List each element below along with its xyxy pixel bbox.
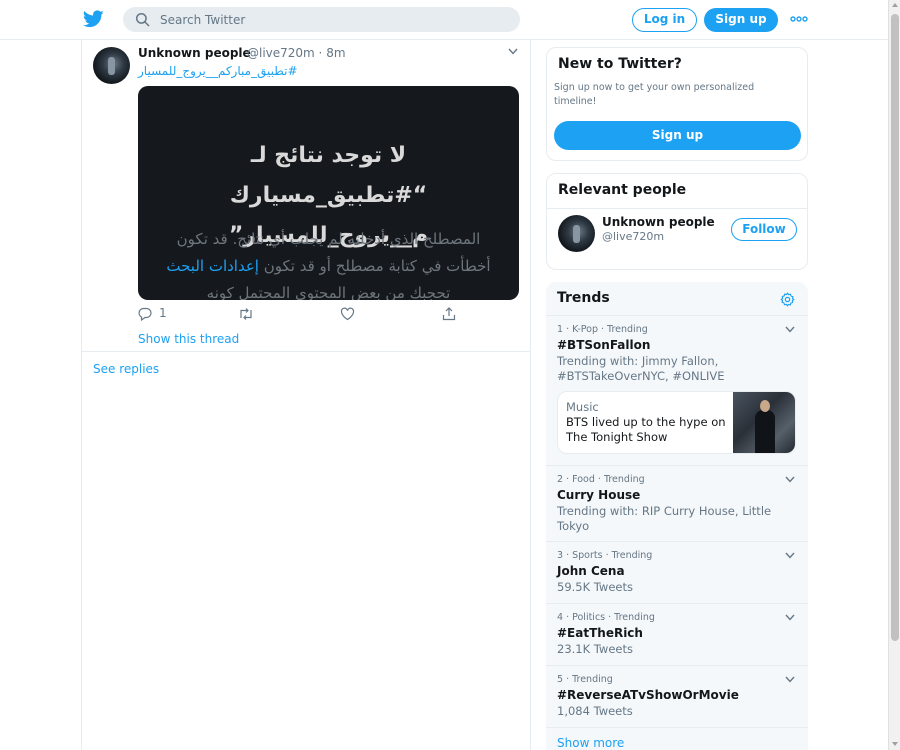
show-more-link[interactable]: Show more [557, 736, 624, 750]
news-headline: BTS lived up to the hype on The Tonight … [566, 415, 726, 444]
trend-name: John Cena [557, 564, 625, 578]
trend-item[interactable]: 1 · K-Pop · Trending #BTSonFallon Trendi… [546, 315, 808, 465]
avatar[interactable] [558, 215, 595, 252]
relevant-person-name[interactable]: Unknown people [602, 215, 715, 229]
trend-item[interactable]: 3 · Sports · Trending John Cena 59.5K Tw… [546, 541, 808, 603]
login-button[interactable]: Log in [632, 8, 697, 32]
top-nav: Log in Sign up [0, 0, 888, 40]
trends-card: Trends 1 · K-Pop · Trending #BTSonFallon… [546, 282, 808, 750]
chevron-down-icon[interactable] [785, 326, 795, 333]
signup-button[interactable]: Sign up [704, 8, 778, 32]
trend-item[interactable]: 4 · Politics · Trending #EatTheRich 23.1… [546, 603, 808, 665]
trend-meta: 2 · Food · Trending [557, 474, 645, 485]
trend-subtitle: Trending with: Jimmy Fallon, #BTSTakeOve… [557, 354, 725, 383]
trend-meta: 5 · Trending [557, 674, 613, 685]
news-category: Music [566, 400, 599, 414]
tweet-author-name[interactable]: Unknown people [138, 46, 251, 60]
see-replies-link[interactable]: See replies [93, 362, 159, 376]
trend-name: #ReverseATvShowOrMovie [557, 688, 739, 702]
search-bar[interactable] [123, 7, 520, 32]
sidebar-signup-button[interactable]: Sign up [554, 121, 801, 150]
tweet[interactable]: Unknown people @live720m · 8m #تطبيق_مبا… [82, 40, 530, 352]
relevant-people-title: Relevant people [558, 182, 687, 198]
chevron-down-icon[interactable] [785, 552, 795, 559]
chevron-down-icon[interactable] [508, 48, 518, 55]
news-thumbnail-image [733, 392, 795, 453]
news-card[interactable]: Music BTS lived up to the hype on The To… [557, 391, 796, 454]
trend-subtitle: 23.1K Tweets [557, 642, 633, 656]
page-scrollbar[interactable] [888, 0, 900, 750]
search-input[interactable] [160, 7, 510, 32]
retweet-icon[interactable] [238, 306, 254, 322]
relevant-person-handle[interactable]: @live720m [602, 230, 664, 243]
search-icon [135, 12, 150, 27]
main-timeline: Unknown people @live720m · 8m #تطبيق_مبا… [81, 40, 531, 750]
trend-name: #EatTheRich [557, 626, 643, 640]
trend-subtitle: 1,084 Tweets [557, 704, 633, 718]
divider [547, 208, 807, 209]
scroll-down-arrow-icon[interactable] [892, 742, 898, 746]
media-body-text-end: تحجبك من بعض المحتوى المحتمل كونه [206, 284, 451, 300]
trend-name: Curry House [557, 488, 641, 502]
reply-icon[interactable] [138, 306, 152, 322]
twitter-bird-icon[interactable] [83, 10, 104, 28]
chevron-down-icon[interactable] [785, 614, 795, 621]
search-settings-link: إعدادات البحث [166, 257, 259, 275]
tweet-hashtag-link[interactable]: #تطبيق_مباركم__يروج_للمسيار [138, 64, 518, 78]
trend-meta: 1 · K-Pop · Trending [557, 324, 648, 335]
new-to-twitter-title: New to Twitter? [558, 56, 682, 72]
chevron-down-icon[interactable] [785, 676, 795, 683]
relevant-people-card: Relevant people Unknown people @live720m… [546, 173, 808, 270]
new-to-twitter-subtitle: Sign up now to get your own personalized… [554, 82, 755, 107]
reply-count: 1 [159, 306, 167, 320]
trend-name: #BTSonFallon [557, 338, 651, 352]
tweet-actions: 1 [138, 306, 468, 322]
trend-item[interactable]: 2 · Food · Trending Curry House Trending… [546, 465, 808, 541]
new-to-twitter-card: New to Twitter? Sign up now to get your … [546, 47, 808, 161]
follow-button[interactable]: Follow [731, 218, 797, 241]
trend-item[interactable]: 5 · Trending #ReverseATvShowOrMovie 1,08… [546, 665, 808, 727]
trend-meta: 3 · Sports · Trending [557, 550, 653, 561]
scroll-up-arrow-icon[interactable] [892, 3, 898, 7]
show-thread-link[interactable]: Show this thread [138, 332, 239, 346]
scroll-thumb[interactable] [891, 14, 899, 641]
like-icon[interactable] [340, 306, 355, 322]
more-icon[interactable] [790, 13, 808, 25]
share-icon[interactable] [442, 306, 456, 322]
gear-icon[interactable] [780, 292, 795, 307]
trend-subtitle: 59.5K Tweets [557, 580, 633, 594]
trend-subtitle: Trending with: RIP Curry House, Little T… [557, 504, 772, 533]
tweet-media-image[interactable]: لا توجد نتائج لـ “#تطبيق_مسيارك م__يروج_… [138, 86, 519, 300]
tweet-meta[interactable]: @live720m · 8m [247, 46, 346, 60]
media-body: المصطلح الذي أدخلته لم يجلب أي نتائج. قد… [166, 226, 491, 300]
trends-title: Trends [557, 290, 610, 306]
avatar[interactable] [93, 47, 130, 84]
chevron-down-icon[interactable] [785, 476, 795, 483]
trend-meta: 4 · Politics · Trending [557, 612, 655, 623]
